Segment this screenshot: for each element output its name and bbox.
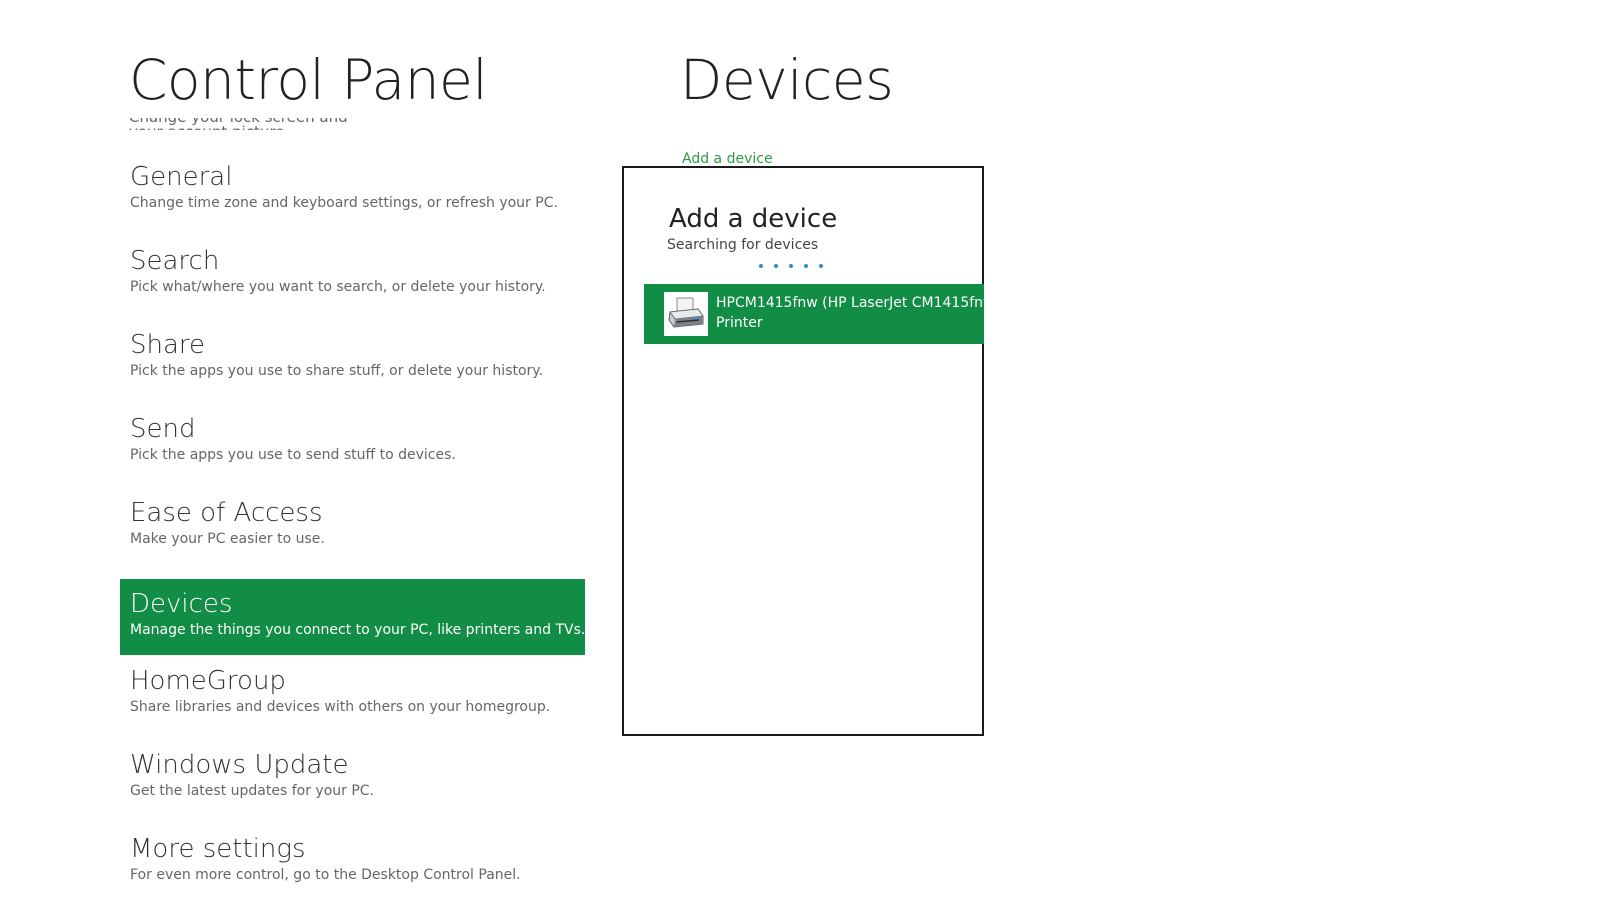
flyout-title: Add a device (669, 204, 838, 234)
nav-item-description: Pick the apps you use to send stuff to d… (130, 447, 456, 463)
scrolled-item-description: Change your lock screen and your account… (129, 118, 349, 130)
nav-item-label: Send (130, 414, 196, 444)
nav-item-ease-of-access[interactable]: Ease of Access Make your PC easier to us… (120, 496, 585, 580)
nav-item-more-settings[interactable]: More settings For even more control, go … (120, 832, 585, 900)
nav-item-description: For even more control, go to the Desktop… (130, 867, 521, 883)
nav-item-description: Get the latest updates for your PC. (130, 783, 375, 799)
nav-item-label: HomeGroup (130, 666, 286, 696)
nav-item-label: Share (130, 330, 206, 360)
nav-item-description: Share libraries and devices with others … (130, 699, 551, 715)
nav-item-windows-update[interactable]: Windows Update Get the latest updates fo… (120, 748, 585, 832)
progress-dot (819, 264, 823, 268)
nav-item-homegroup[interactable]: HomeGroup Share libraries and devices wi… (120, 664, 585, 748)
nav-item-label: Ease of Access (130, 498, 323, 528)
add-device-link[interactable]: Add a device (682, 151, 773, 167)
nav-item-label: Search (130, 246, 220, 276)
nav-item-description: Pick the apps you use to share stuff, or… (130, 363, 544, 379)
progress-dot (789, 264, 793, 268)
nav-item-label: General (130, 162, 233, 192)
nav-item-description: Make your PC easier to use. (130, 531, 325, 547)
section-title: Devices (680, 48, 894, 112)
printer-icon (664, 292, 708, 336)
nav-item-description: Pick what/where you want to search, or d… (130, 279, 546, 295)
progress-dot (774, 264, 778, 268)
nav-item-send[interactable]: Send Pick the apps you use to send stuff… (120, 412, 585, 496)
settings-nav: General Change time zone and keyboard se… (120, 160, 585, 900)
nav-item-label: Windows Update (130, 750, 349, 780)
progress-dots (759, 264, 823, 268)
nav-item-devices[interactable]: Devices Manage the things you connect to… (120, 579, 585, 655)
device-type: Printer (716, 315, 763, 331)
control-panel-window: Control Panel Devices Change your lock s… (0, 0, 1600, 900)
nav-item-description: Manage the things you connect to your PC… (130, 622, 586, 638)
nav-item-search[interactable]: Search Pick what/where you want to searc… (120, 244, 585, 328)
page-title: Control Panel (129, 48, 488, 112)
progress-dot (759, 264, 763, 268)
progress-dot (804, 264, 808, 268)
nav-item-share[interactable]: Share Pick the apps you use to share stu… (120, 328, 585, 412)
nav-item-label: More settings (130, 834, 306, 864)
device-name: HPCM1415fnw (HP LaserJet CM1415fnw) (716, 295, 1000, 311)
nav-item-description: Change time zone and keyboard settings, … (130, 195, 558, 211)
search-status: Searching for devices (667, 237, 819, 253)
nav-item-general[interactable]: General Change time zone and keyboard se… (120, 160, 585, 244)
add-device-flyout: Add a device Searching for devices HPCM1… (622, 166, 1000, 736)
found-device-item[interactable]: HPCM1415fnw (HP LaserJet CM1415fnw) Prin… (644, 284, 1000, 344)
nav-item-label: Devices (130, 589, 233, 619)
